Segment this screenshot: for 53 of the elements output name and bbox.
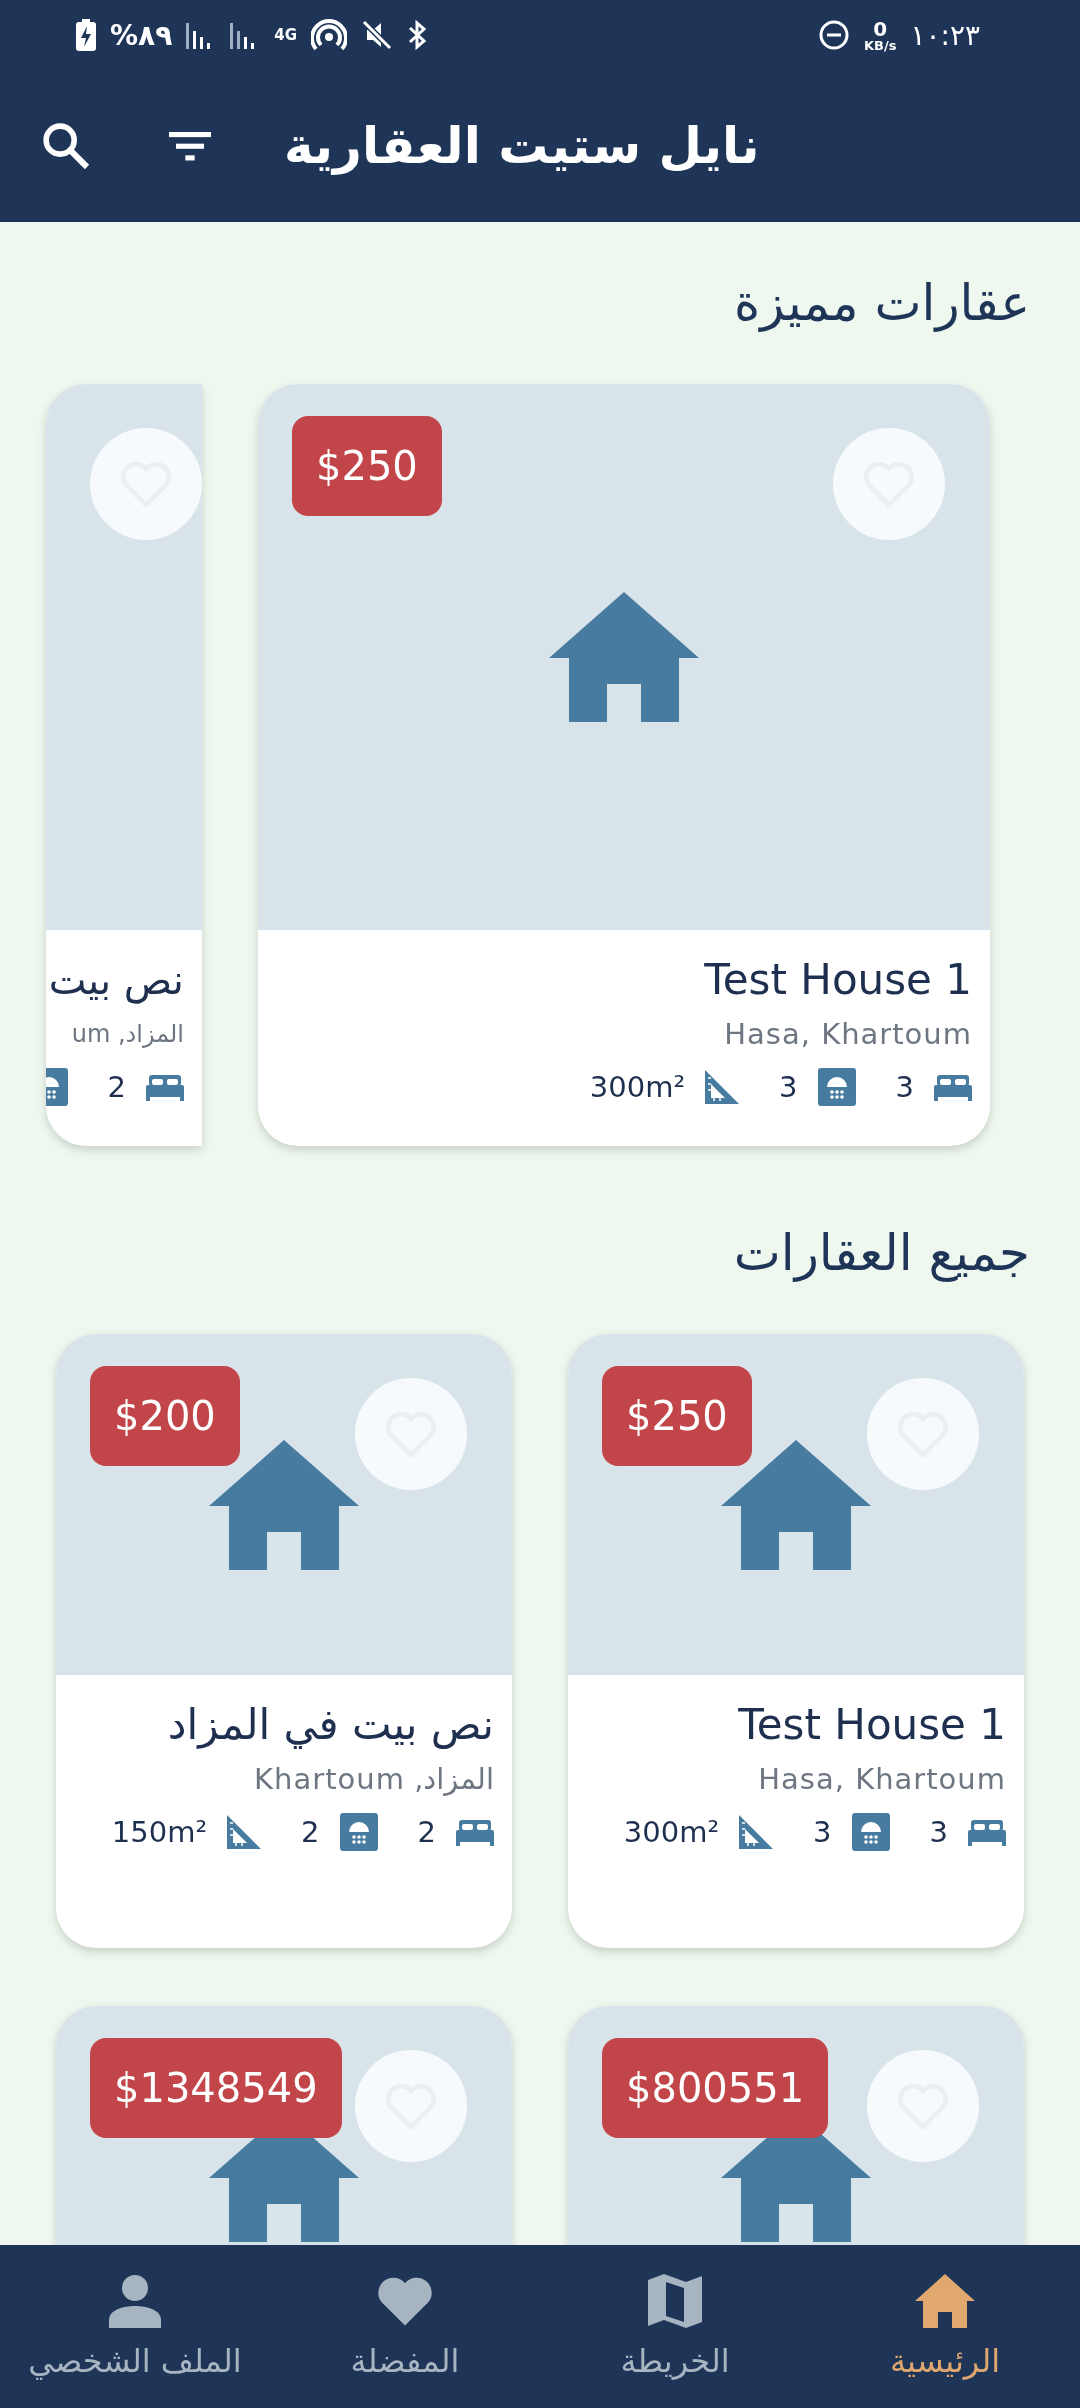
property-title: Test House 1 [704, 954, 972, 1006]
price-tag: $200 [90, 1366, 240, 1466]
property-location: المزاد, Khartoum [254, 1761, 494, 1798]
property-location: Hasa, Khartoum [724, 1016, 972, 1053]
spec-value: 2 [107, 1070, 126, 1104]
nav-tab[interactable]: الملف الشخصي [0, 2245, 270, 2408]
bed-icon [146, 1073, 184, 1101]
house-icon [721, 1439, 871, 1570]
app-title: نايل ستيت العقارية [284, 117, 760, 175]
spec-value: 300m² [623, 1815, 720, 1849]
mute-icon [361, 19, 393, 51]
spec-value: 3 [813, 1815, 832, 1849]
nav-tab[interactable]: الخريطة [540, 2245, 810, 2408]
spec-value: 2 [417, 1815, 436, 1849]
shower-icon [851, 1813, 890, 1851]
network-type: 4G [274, 26, 297, 44]
spec-value: 150m² [111, 1815, 208, 1849]
clock: ١٠:٢٣ [910, 18, 980, 52]
property-title: نص بيت في المزاد [167, 1699, 494, 1751]
house-icon [549, 592, 699, 722]
bed-icon [456, 1818, 494, 1846]
nav-tab[interactable]: الرئيسية [810, 2245, 1080, 2408]
house-icon [209, 1439, 359, 1570]
hotspot-icon [311, 19, 347, 51]
spec-value: 3 [779, 1070, 798, 1104]
spec-value: 3 [895, 1070, 914, 1104]
bed-icon [968, 1818, 1006, 1846]
data-speed-unit: KB/s [863, 38, 897, 52]
property-title: نص بيت [48, 956, 184, 1006]
section-title: جميع العقارات [732, 1223, 1030, 1284]
home-icon [915, 2273, 975, 2328]
spec-value: 2 [301, 1815, 320, 1849]
map-icon [648, 2273, 702, 2328]
battery-level: %٨٩ [110, 18, 173, 52]
shower-icon [817, 1068, 856, 1106]
property-title: Test House 1 [738, 1699, 1006, 1751]
price-tag: $1348549 [90, 2038, 342, 2138]
shower-icon [339, 1813, 378, 1851]
data-speed: 0 [873, 18, 888, 39]
person-icon [109, 2273, 161, 2328]
price-tag: $250 [292, 416, 442, 516]
price-tag: $250 [602, 1366, 752, 1466]
bed-icon [934, 1073, 972, 1101]
nav-tab[interactable]: المفضلة [270, 2245, 540, 2408]
property-location: المزاد, um [71, 1019, 184, 1050]
property-location: Hasa, Khartoum [758, 1761, 1006, 1798]
bluetooth-icon [407, 19, 429, 51]
section-title: عقارات مميزة [733, 273, 1030, 334]
spec-value: 300m² [589, 1070, 686, 1104]
spec-value: 3 [929, 1815, 948, 1849]
do-not-disturb-icon [817, 19, 850, 51]
price-tag: $800551 [602, 2038, 829, 2138]
battery-icon [76, 19, 96, 51]
